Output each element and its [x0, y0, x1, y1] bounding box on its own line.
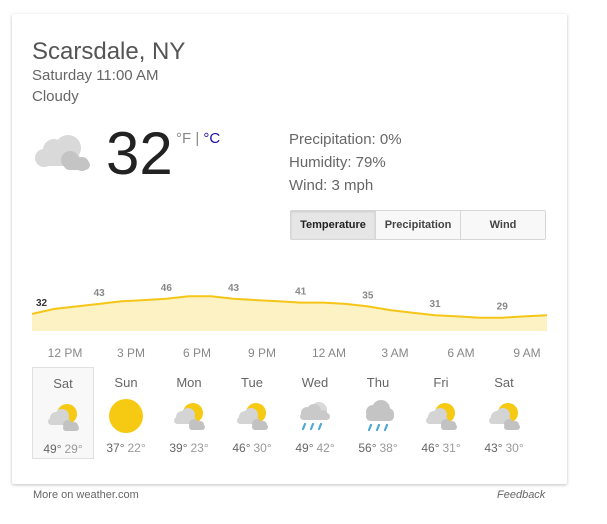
- tab-precipitation[interactable]: Precipitation: [375, 211, 460, 239]
- day-name: Mon: [176, 375, 202, 390]
- low-temp: 31°: [442, 441, 461, 455]
- temperature-data-label: 32: [36, 298, 48, 309]
- weather-source-link[interactable]: More on weather.com: [33, 489, 139, 501]
- forecast-day-wed[interactable]: Wed 49° 42°: [284, 367, 346, 459]
- chart-tabs: Temperature Precipitation Wind: [290, 210, 546, 240]
- time-label: 12 PM: [47, 346, 83, 360]
- time-label: 6 PM: [182, 346, 212, 360]
- unit-fahrenheit[interactable]: °F: [176, 130, 191, 147]
- forecast-day-sat-next[interactable]: Sat 43° 30°: [473, 367, 535, 459]
- low-temp: 23°: [190, 441, 209, 455]
- low-temp: 38°: [379, 441, 398, 455]
- day-name: Tue: [241, 375, 263, 390]
- humidity-text: Humidity: 79%: [289, 154, 386, 171]
- partly-cloudy-icon: [48, 404, 79, 431]
- unit-celsius-link[interactable]: °C: [203, 130, 220, 147]
- partly-cloudy-icon: [489, 403, 520, 430]
- temperature-data-label: 29: [497, 302, 509, 313]
- partly-cloudy-icon: [237, 403, 268, 430]
- low-temp: 42°: [316, 441, 335, 455]
- day-name: Sat: [494, 375, 514, 390]
- low-temp: 29°: [64, 442, 83, 456]
- forecast-day-sun[interactable]: Sun 37° 22°: [95, 367, 157, 459]
- high-temp: 37°: [106, 441, 125, 455]
- time-label: 3 AM: [381, 346, 409, 360]
- high-temp: 46°: [232, 441, 251, 455]
- wind-text: Wind: 3 mph: [289, 177, 374, 194]
- tab-temperature[interactable]: Temperature: [291, 211, 375, 239]
- day-name: Thu: [366, 375, 390, 390]
- day-name: Sat: [53, 376, 73, 391]
- weather-details: Precipitation: 0% Humidity: 79% Wind: 3 …: [289, 128, 402, 197]
- temperature-chart: 32 43 46 43 41 35 31 29: [32, 283, 547, 331]
- hour-labels: 12 PM 3 PM 6 PM 9 PM 12 AM 3 AM 6 AM 9 A…: [12, 346, 567, 362]
- unit-toggle: °F | °C: [176, 130, 220, 147]
- forecast-day-sat[interactable]: Sat 49° 29°: [32, 367, 94, 459]
- daily-forecast: Sat 49° 29° Sun 37° 22° Mon 39° 23° Tue …: [32, 367, 547, 459]
- temperature-data-label: 31: [429, 299, 441, 310]
- time-label: 9 AM: [513, 346, 541, 360]
- temperature-data-label: 35: [362, 290, 374, 301]
- rain-partly-cloudy-icon: [300, 402, 330, 431]
- datetime: Saturday 11:00 AM: [32, 67, 159, 84]
- high-temp: 49°: [43, 442, 62, 456]
- sunny-icon: [109, 399, 143, 433]
- low-temp: 30°: [505, 441, 524, 455]
- forecast-day-fri[interactable]: Fri 46° 31°: [410, 367, 472, 459]
- tab-wind[interactable]: Wind: [460, 211, 545, 239]
- weather-card: Scarsdale, NY Saturday 11:00 AM Cloudy 3…: [12, 14, 567, 484]
- cloudy-icon: [35, 135, 90, 171]
- partly-cloudy-icon: [174, 403, 205, 430]
- temperature-data-label: 41: [295, 287, 307, 298]
- condition: Cloudy: [32, 88, 79, 105]
- high-temp: 56°: [358, 441, 377, 455]
- high-temp: 46°: [421, 441, 440, 455]
- feedback-link[interactable]: Feedback: [497, 489, 545, 501]
- time-label: 6 AM: [447, 346, 475, 360]
- time-label: 12 AM: [311, 346, 347, 360]
- day-name: Wed: [301, 375, 329, 390]
- forecast-day-thu[interactable]: Thu 56° 38°: [347, 367, 409, 459]
- high-temp: 49°: [295, 441, 314, 455]
- time-label: 9 PM: [247, 346, 277, 360]
- rain-icon: [366, 400, 394, 432]
- partly-cloudy-icon: [426, 403, 457, 430]
- high-temp: 39°: [169, 441, 188, 455]
- forecast-day-tue[interactable]: Tue 46° 30°: [221, 367, 283, 459]
- day-name: Fri: [433, 375, 449, 390]
- low-temp: 22°: [127, 441, 146, 455]
- low-temp: 30°: [253, 441, 272, 455]
- forecast-day-mon[interactable]: Mon 39° 23°: [158, 367, 220, 459]
- temperature-data-label: 46: [161, 283, 173, 294]
- time-label: 3 PM: [116, 346, 146, 360]
- current-temperature: 32: [106, 120, 173, 187]
- precipitation-text: Precipitation: 0%: [289, 131, 402, 148]
- day-name: Sun: [114, 375, 138, 390]
- high-temp: 43°: [484, 441, 503, 455]
- unit-separator: |: [191, 130, 204, 147]
- location-title: Scarsdale, NY: [32, 38, 186, 65]
- temperature-data-label: 43: [228, 283, 240, 294]
- temperature-data-label: 43: [94, 288, 106, 299]
